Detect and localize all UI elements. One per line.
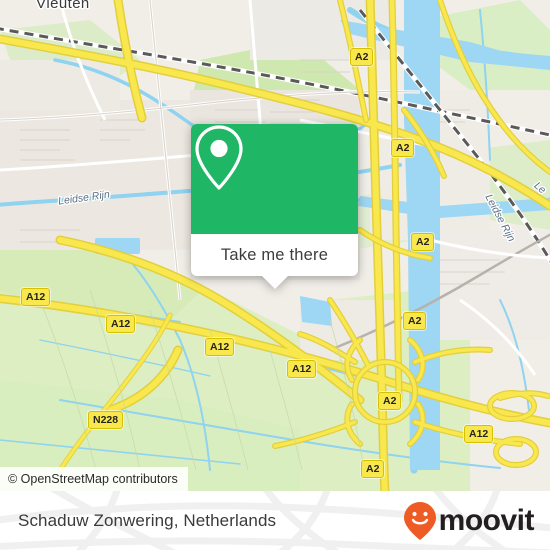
- footer-bar: Schaduw Zonwering, Netherlands moovit: [0, 491, 550, 550]
- shield-a12-far-left: A12: [21, 288, 51, 306]
- shield-a2-interchange: A2: [378, 392, 402, 410]
- shield-n228: N228: [88, 411, 124, 429]
- map-pin-icon: [195, 125, 243, 190]
- callout-header: [191, 124, 358, 234]
- callout-footer[interactable]: Take me there: [191, 234, 358, 289]
- shield-a2-south: A2: [361, 460, 385, 478]
- take-me-there-callout[interactable]: Take me there: [191, 124, 358, 289]
- moovit-logo[interactable]: moovit: [403, 501, 535, 541]
- shield-a12-left: A12: [106, 315, 136, 333]
- moovit-wordmark: moovit: [438, 503, 535, 537]
- shield-a12-east: A12: [464, 425, 494, 443]
- callout-tail-icon: [261, 276, 288, 289]
- shield-a2-upper: A2: [391, 139, 415, 157]
- moovit-smiley-pin-icon: [403, 501, 436, 540]
- map-attribution[interactable]: © OpenStreetMap contributors: [0, 467, 188, 491]
- shield-a12-center: A12: [205, 338, 235, 356]
- moovit-map-screenshot: Vleuten Leidse Rijn Leidse Rijn Le A2 A2…: [0, 0, 550, 550]
- shield-a2-mid: A2: [411, 233, 435, 251]
- shield-a12-right: A12: [287, 360, 317, 378]
- shield-a2-north: A2: [350, 48, 374, 66]
- take-me-there-label: Take me there: [220, 245, 329, 264]
- page-title: Schaduw Zonwering, Netherlands: [18, 510, 277, 530]
- map-canvas[interactable]: Vleuten Leidse Rijn Leidse Rijn Le A2 A2…: [0, 0, 550, 491]
- shield-a2-right: A2: [403, 312, 427, 330]
